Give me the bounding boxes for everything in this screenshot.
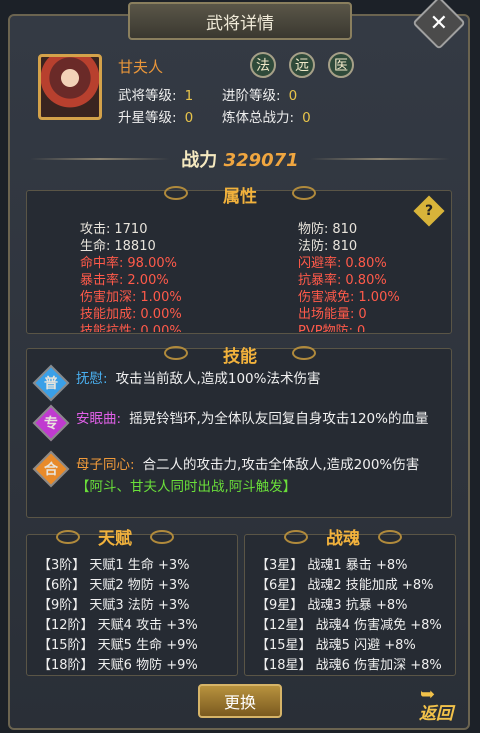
skill-desc: 摇晃铃铛环,为全体队友回复自身攻击120%的血量	[129, 411, 429, 427]
hero-portrait	[38, 54, 102, 120]
attribute-value: 0.00%	[140, 324, 182, 332]
skill-special: 安眠曲: 摇晃铃铛环,为全体队友回复自身攻击120%的血量	[76, 408, 446, 430]
ornament-icon	[284, 530, 308, 544]
soul-title: 战魂	[326, 529, 360, 549]
ornament-icon	[292, 186, 316, 200]
soul-row: 【15星】 战魂5 闪避 +8%	[256, 638, 416, 653]
badge-magic: 法	[250, 52, 276, 78]
advance-level: 进阶等级: 0	[222, 88, 298, 104]
skill-name: 母子同心:	[76, 457, 135, 473]
talent-row: 【12阶】 天赋4 攻击 +3%	[38, 618, 198, 633]
attributes-title: 属性	[223, 187, 257, 207]
skill-combo: 母子同心: 合二人的攻击力,攻击全体敌人,造成200%伤害【阿斗、甘夫人同时出战,…	[76, 454, 446, 498]
skill-name: 抚慰:	[76, 371, 108, 387]
return-arrow-icon: ➥	[420, 684, 436, 705]
talent-row: 【6阶】 天赋2 物防 +3%	[38, 578, 190, 593]
back-button[interactable]: 返回	[410, 684, 462, 724]
soul-row: 【12星】 战魂4 伤害减免 +8%	[256, 618, 442, 633]
ornament-icon	[164, 186, 188, 200]
attribute-label: PVP物防:	[298, 324, 353, 332]
attribute-label: 技能抗性:	[80, 324, 137, 332]
talent-row: 【15阶】 天赋5 生命 +9%	[38, 638, 198, 653]
hero-name: 甘夫人	[118, 58, 164, 76]
skill-condition: 【阿斗、甘夫人同时出战,阿斗触发】	[76, 479, 297, 495]
hero-level: 武将等级: 1	[118, 88, 194, 104]
soul-row: 【18星】 战魂6 伤害加深 +8%	[256, 658, 442, 673]
ornament-icon	[164, 346, 188, 360]
talent-row: 【18阶】 天赋6 物防 +9%	[38, 658, 198, 673]
title-bar: 武将详情	[128, 2, 352, 40]
dialog-title: 武将详情	[206, 13, 274, 34]
soul-row: 【9星】 战魂3 抗暴 +8%	[256, 598, 408, 613]
skill-normal: 抚慰: 攻击当前敌人,造成100%法术伤害	[76, 368, 446, 390]
skills-title: 技能	[223, 347, 257, 367]
skill-desc: 合二人的攻击力,攻击全体敌人,造成200%伤害	[142, 457, 420, 473]
star-level: 升星等级: 0	[118, 110, 194, 126]
ornament-icon	[292, 346, 316, 360]
combat-power: 战力 329071	[181, 150, 299, 171]
question-icon: ?	[424, 203, 434, 219]
soul-row: 【6星】 战魂2 技能加成 +8%	[256, 578, 434, 593]
close-icon: ✕	[429, 10, 449, 36]
attribute-row: 技能抗性: 0.00%	[80, 320, 182, 332]
refine-power: 炼体总战力: 0	[222, 110, 311, 126]
skill-name: 安眠曲:	[76, 411, 122, 427]
badge-healer: 医	[328, 52, 354, 78]
ornament-icon	[150, 530, 174, 544]
ornament-icon	[56, 530, 80, 544]
change-button[interactable]: 更换	[198, 684, 282, 718]
ornament-icon	[378, 530, 402, 544]
talent-row: 【3阶】 天赋1 生命 +3%	[38, 558, 190, 573]
soul-row: 【3星】 战魂1 暴击 +8%	[256, 558, 408, 573]
talent-row: 【9阶】 天赋3 法防 +3%	[38, 598, 190, 613]
skill-desc: 攻击当前敌人,造成100%法术伤害	[115, 371, 321, 387]
badge-ranged: 远	[289, 52, 315, 78]
attribute-row: PVP物防: 0	[298, 320, 365, 332]
talent-title: 天赋	[98, 529, 132, 549]
attribute-value: 0	[356, 324, 366, 332]
